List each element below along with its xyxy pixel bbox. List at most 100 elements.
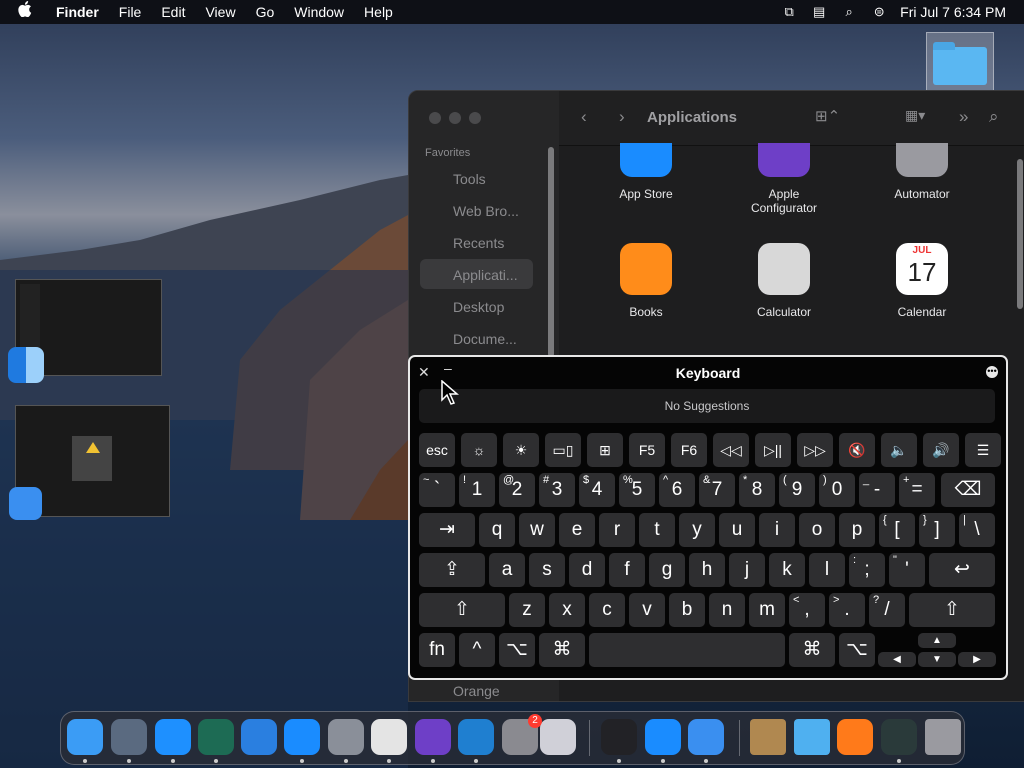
key-control[interactable]: ^ — [459, 633, 495, 667]
key-j[interactable]: j — [729, 553, 765, 587]
dock-finder-icon[interactable] — [67, 719, 103, 755]
key-capslock[interactable]: ⇪ — [419, 553, 485, 587]
search-icon[interactable]: ⌕ — [989, 107, 999, 127]
icon-view-grid-icon[interactable]: ⊞⌃ — [815, 107, 840, 125]
app-item-app-store[interactable]: App Store — [591, 143, 701, 201]
key-f[interactable]: f — [609, 553, 645, 587]
xcode-app-icon[interactable] — [9, 487, 42, 520]
dock-activity-monitor-icon[interactable] — [881, 719, 917, 755]
key-number-4[interactable]: 4 $ — [579, 473, 615, 507]
dock-automator-icon[interactable] — [328, 719, 364, 755]
sidebar-scrollbar[interactable] — [548, 147, 554, 357]
key-list[interactable]: ☰ — [965, 433, 1001, 467]
key-b[interactable]: b — [669, 593, 705, 627]
key-play-pause[interactable]: ▷|| — [755, 433, 791, 467]
dock-file-cabinet-icon[interactable] — [750, 719, 786, 755]
key-number-2[interactable]: 2 @ — [499, 473, 535, 507]
app-item-books[interactable]: Books — [591, 243, 701, 319]
key-r[interactable]: r — [599, 513, 635, 547]
zoom-window-button[interactable] — [469, 112, 481, 124]
key-f6[interactable]: F6 — [671, 433, 707, 467]
key-punct-1[interactable]: ' " — [889, 553, 925, 587]
more-toolbar-icon[interactable]: » — [959, 107, 968, 127]
key-n[interactable]: n — [709, 593, 745, 627]
key-number-5[interactable]: 5% — [619, 473, 655, 507]
app-item-apple-configurator[interactable]: Apple Configurator — [729, 143, 839, 215]
key-launchpad[interactable]: ⊞ — [587, 433, 623, 467]
key-shift-right[interactable]: ⇧ — [909, 593, 995, 627]
key-number-0[interactable]: ` ~ — [419, 473, 455, 507]
key-esc[interactable]: esc — [419, 433, 455, 467]
key-m[interactable]: m — [749, 593, 785, 627]
dock-app-store-icon[interactable] — [284, 719, 320, 755]
sidebar-item-tools[interactable]: Tools — [453, 171, 486, 187]
menu-file[interactable]: File — [109, 0, 152, 24]
key-rewind[interactable]: ◁◁ — [713, 433, 749, 467]
dock-safari-icon[interactable] — [155, 719, 191, 755]
sidebar-item-applications[interactable]: Applicati... — [453, 267, 518, 283]
key-command-right[interactable]: ⌘ — [789, 633, 835, 667]
screen-mirroring-icon[interactable]: ⧉ — [774, 4, 804, 20]
menubar-clock[interactable]: Fri Jul 7 6:34 PM — [894, 4, 1024, 20]
menu-help[interactable]: Help — [354, 0, 403, 24]
key-f5[interactable]: F5 — [629, 433, 665, 467]
key-l[interactable]: l — [809, 553, 845, 587]
sidebar-item-desktop[interactable]: Desktop — [453, 299, 504, 315]
key-volume-up[interactable]: 🔊 — [923, 433, 959, 467]
group-by-icon[interactable]: ▦▾ — [905, 107, 925, 124]
key-punct-0[interactable]: ;: — [849, 553, 885, 587]
key-v[interactable]: v — [629, 593, 665, 627]
key-number-1[interactable]: 1! — [459, 473, 495, 507]
key-bracket-0[interactable]: [{ — [879, 513, 915, 547]
key-a[interactable]: a — [489, 553, 525, 587]
key-arrow-up[interactable]: ▲ — [918, 633, 956, 648]
dock-terminal-icon[interactable] — [601, 719, 637, 755]
key-tab[interactable]: ⇥ — [419, 513, 475, 547]
dock-visual-studio-icon[interactable] — [415, 719, 451, 755]
key-number-9[interactable]: 9( — [779, 473, 815, 507]
key-e[interactable]: e — [559, 513, 595, 547]
key-h[interactable]: h — [689, 553, 725, 587]
key-number-11[interactable]: - _ — [859, 473, 895, 507]
key-t[interactable]: t — [639, 513, 675, 547]
key-mission-control[interactable]: ▭▯ — [545, 433, 581, 467]
key-u[interactable]: u — [719, 513, 755, 547]
key-bracket-1[interactable]: ]} — [919, 513, 955, 547]
forward-chevron-icon[interactable]: › — [619, 107, 625, 127]
key-arrow-down[interactable]: ▼ — [918, 652, 956, 667]
menu-window[interactable]: Window — [284, 0, 354, 24]
key-x[interactable]: x — [549, 593, 585, 627]
menu-view[interactable]: View — [195, 0, 245, 24]
dock-mission-control-icon[interactable] — [111, 719, 147, 755]
key-g[interactable]: g — [649, 553, 685, 587]
key-zpunct-1[interactable]: . > — [829, 593, 865, 627]
key-i[interactable]: i — [759, 513, 795, 547]
key-number-6[interactable]: 6 ^ — [659, 473, 695, 507]
key-q[interactable]: q — [479, 513, 515, 547]
key-number-8[interactable]: 8 * — [739, 473, 775, 507]
key-arrow-left[interactable]: ◀ — [878, 652, 916, 667]
key-o[interactable]: o — [799, 513, 835, 547]
key-option-left[interactable]: ⌥ — [499, 633, 535, 667]
key-volume-down[interactable]: 🔈 — [881, 433, 917, 467]
app-item-automator[interactable]: Automator — [867, 143, 977, 201]
stage-manager-icon[interactable]: ▤ — [804, 4, 834, 20]
sidebar-item-recents[interactable]: Recents — [453, 235, 504, 251]
app-item-calendar[interactable]: JUL 17 Calendar — [867, 243, 977, 319]
finder-app-icon[interactable] — [8, 347, 44, 383]
desktop-folder-icon[interactable] — [926, 32, 994, 92]
dock-xcode-icon[interactable] — [688, 719, 724, 755]
menu-edit[interactable]: Edit — [151, 0, 195, 24]
dock-chrome-icon[interactable] — [371, 719, 407, 755]
key-zpunct-0[interactable]: , < — [789, 593, 825, 627]
dock-firefox-icon[interactable] — [837, 719, 873, 755]
key-mute[interactable]: 🔇 — [839, 433, 875, 467]
key-p[interactable]: p — [839, 513, 875, 547]
sidebar-item-documents[interactable]: Docume... — [453, 331, 517, 347]
key-z[interactable]: z — [509, 593, 545, 627]
close-window-button[interactable] — [429, 112, 441, 124]
key-return[interactable]: ↩ — [929, 553, 995, 587]
key-space[interactable] — [589, 633, 785, 667]
key-number-10[interactable]: 0) — [819, 473, 855, 507]
key-arrow-right[interactable]: ▶ — [958, 652, 996, 667]
